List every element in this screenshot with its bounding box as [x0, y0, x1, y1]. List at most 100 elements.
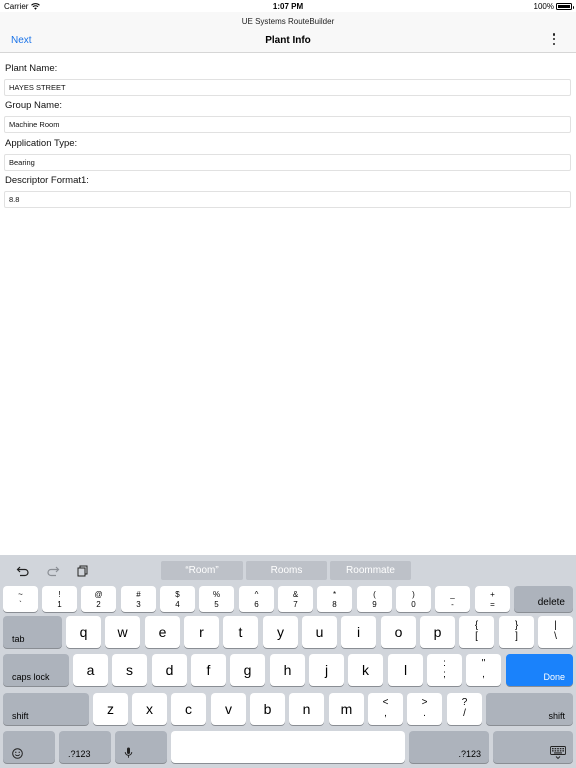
suggestion-3[interactable]: Roommate	[330, 561, 411, 580]
key-m[interactable]: m	[329, 693, 364, 725]
key-b[interactable]: b	[250, 693, 285, 725]
suggestion-1[interactable]: “Room”	[161, 561, 243, 580]
key-top: *	[332, 590, 337, 599]
space-key[interactable]	[171, 731, 405, 763]
key-slash[interactable]: ? /	[447, 693, 482, 725]
key-top: {	[474, 620, 479, 631]
app-title: UE Systems RouteBuilder	[241, 17, 335, 26]
key-u[interactable]: u	[302, 616, 337, 648]
key-n[interactable]: n	[289, 693, 324, 725]
key-a[interactable]: a	[73, 654, 108, 686]
application-type-input[interactable]: Bearing	[4, 154, 571, 171]
key-equals[interactable]: + =	[475, 586, 510, 612]
paste-icon[interactable]	[76, 564, 90, 578]
key-9[interactable]: (9	[357, 586, 392, 612]
key-y[interactable]: y	[263, 616, 298, 648]
key-left-brace[interactable]: {[	[459, 616, 494, 648]
hide-keyboard-key[interactable]	[493, 731, 573, 763]
key-period[interactable]: >.	[407, 693, 442, 725]
done-key[interactable]: Done	[506, 654, 573, 686]
key-t[interactable]: t	[223, 616, 258, 648]
key-r[interactable]: r	[184, 616, 219, 648]
key-q[interactable]: q	[66, 616, 101, 648]
key-top: ^	[254, 590, 259, 599]
key-s[interactable]: s	[112, 654, 147, 686]
left-shift-key[interactable]: shift	[3, 693, 89, 725]
key-tilde[interactable]: ~ `	[3, 586, 38, 612]
key-w[interactable]: w	[105, 616, 140, 648]
key-x[interactable]: x	[132, 693, 167, 725]
key-d[interactable]: d	[152, 654, 187, 686]
key-right-brace[interactable]: }]	[499, 616, 534, 648]
key-top: }	[514, 620, 519, 631]
key-top: +	[490, 590, 495, 599]
key-minus[interactable]: _ -	[435, 586, 470, 612]
redo-icon[interactable]	[46, 564, 60, 578]
key-7[interactable]: & 7	[278, 586, 313, 612]
key-top: "	[481, 658, 486, 669]
more-options-icon[interactable]	[550, 33, 558, 45]
key-o[interactable]: o	[381, 616, 416, 648]
key-bottom: 0	[411, 600, 416, 609]
key-v[interactable]: v	[211, 693, 246, 725]
key-top: )	[412, 590, 415, 599]
key-3[interactable]: #3	[121, 586, 156, 612]
keyboard-shortcut-bar: “Room” Rooms Roommate	[0, 555, 576, 585]
undo-icon[interactable]	[16, 564, 30, 578]
caps-lock-key[interactable]: caps lock	[3, 654, 69, 686]
key-backslash[interactable]: | \	[538, 616, 573, 648]
key-h[interactable]: h	[270, 654, 305, 686]
numbers-label: .?123	[458, 749, 481, 759]
key-4[interactable]: $4	[160, 586, 195, 612]
key-quote[interactable]: ",	[466, 654, 501, 686]
key-bottom: 5	[214, 600, 219, 609]
key-z[interactable]: z	[93, 693, 128, 725]
caps-lock-label: caps lock	[12, 672, 50, 682]
key-l[interactable]: l	[388, 654, 423, 686]
tab-key[interactable]: tab	[3, 616, 62, 648]
key-5[interactable]: % 5	[199, 586, 234, 612]
dictation-key[interactable]	[115, 731, 167, 763]
key-2[interactable]: @2	[81, 586, 116, 612]
key-k[interactable]: k	[348, 654, 383, 686]
key-semicolon[interactable]: :;	[427, 654, 462, 686]
status-bar: Carrier 1:07 PM 100%	[0, 0, 576, 12]
application-type-label: Application Type:	[5, 138, 78, 149]
descriptor-format1-input[interactable]: 8.8	[4, 191, 571, 208]
battery-percent: 100%	[533, 2, 554, 11]
key-0[interactable]: ) 0	[396, 586, 431, 612]
status-time: 1:07 PM	[272, 2, 304, 11]
key-p[interactable]: p	[420, 616, 455, 648]
numbers-key[interactable]: .?123	[59, 731, 111, 763]
plant-name-input[interactable]: HAYES STREET	[4, 79, 571, 96]
key-e[interactable]: e	[145, 616, 180, 648]
delete-key[interactable]: delete	[514, 586, 573, 612]
key-bottom: -	[451, 600, 454, 609]
numbers-label: .?123	[68, 749, 91, 759]
key-top: >	[421, 697, 428, 708]
key-bottom: .	[423, 708, 426, 719]
microphone-icon	[124, 747, 133, 758]
key-g[interactable]: g	[230, 654, 265, 686]
key-top: (	[373, 590, 376, 599]
right-shift-key[interactable]: shift	[486, 693, 573, 725]
key-c[interactable]: c	[171, 693, 206, 725]
navigation-bar: UE Systems RouteBuilder Next Plant Info	[0, 12, 576, 53]
keyboard: “Room” Rooms Roommate ~ ` ! 1 @2 #3 $4 % 5 …	[0, 555, 576, 768]
key-i[interactable]: i	[341, 616, 376, 648]
key-comma[interactable]: <,	[368, 693, 403, 725]
key-f[interactable]: f	[191, 654, 226, 686]
key-top: &	[292, 590, 299, 599]
group-name-input[interactable]: Machine Room	[4, 116, 571, 133]
key-top: ~	[18, 590, 23, 599]
key-8[interactable]: * 8	[317, 586, 352, 612]
emoji-key[interactable]	[3, 731, 55, 763]
key-bottom: 3	[136, 600, 141, 609]
key-j[interactable]: j	[309, 654, 344, 686]
suggestion-2[interactable]: Rooms	[246, 561, 327, 580]
key-1[interactable]: ! 1	[42, 586, 77, 612]
key-6[interactable]: ^ 6	[239, 586, 274, 612]
numbers-key-right[interactable]: .?123	[409, 731, 489, 763]
key-bottom: 7	[293, 600, 298, 609]
key-bottom: 6	[254, 600, 259, 609]
